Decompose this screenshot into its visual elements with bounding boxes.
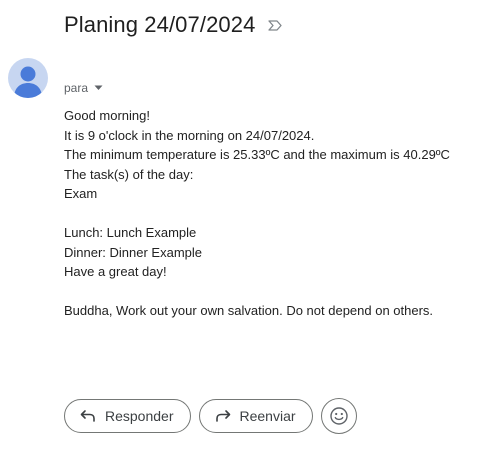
body-temperature-line: The minimum temperature is 25.33ºC and t… bbox=[64, 147, 450, 162]
smiley-icon bbox=[329, 407, 348, 425]
email-header: Planing 24/07/2024 bbox=[64, 10, 283, 40]
body-greeting: Good morning! bbox=[64, 108, 150, 123]
reply-arrow-icon bbox=[79, 407, 97, 425]
body-quote: Buddha, Work out your own salvation. Do … bbox=[64, 303, 434, 318]
action-bar: Responder Reenviar bbox=[64, 398, 357, 434]
email-body: Good morning! It is 9 o'clock in the mor… bbox=[64, 106, 474, 321]
person-avatar-icon bbox=[14, 66, 42, 98]
caret-down-icon[interactable] bbox=[94, 85, 103, 91]
body-tasks-heading: The task(s) of the day: bbox=[64, 166, 194, 182]
sender-row: para bbox=[64, 81, 103, 95]
body-lunch: Lunch: Lunch Example bbox=[64, 225, 197, 240]
sender-name[interactable]: para bbox=[64, 81, 88, 95]
reply-label: Responder bbox=[105, 408, 174, 424]
body-closing: Have a great day! bbox=[64, 264, 167, 279]
body-time-line: It is 9 o'clock in the morning on 24/07/… bbox=[64, 127, 315, 143]
label-important-icon[interactable] bbox=[267, 18, 283, 32]
emoji-reaction-button[interactable] bbox=[320, 398, 357, 434]
reply-button[interactable]: Responder bbox=[64, 399, 191, 433]
body-dinner: Dinner: Dinner Example bbox=[64, 244, 203, 260]
forward-label: Reenviar bbox=[239, 408, 296, 424]
body-task: Exam bbox=[64, 186, 98, 201]
forward-arrow-icon bbox=[214, 407, 232, 425]
email-subject: Planing 24/07/2024 bbox=[64, 12, 256, 37]
forward-button[interactable]: Reenviar bbox=[198, 399, 313, 433]
sender-avatar[interactable] bbox=[8, 58, 48, 98]
